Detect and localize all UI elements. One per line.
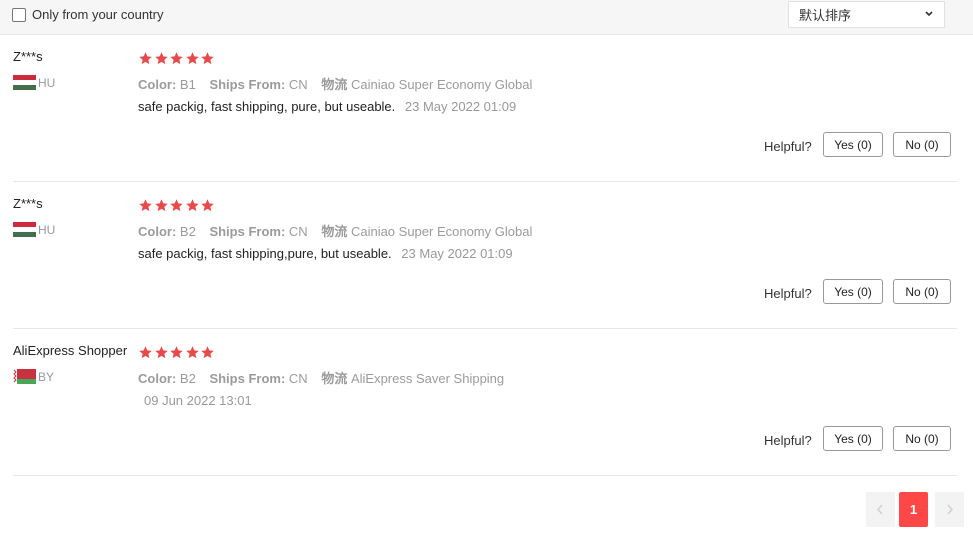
star-icon xyxy=(201,52,214,65)
country-code: HU xyxy=(38,75,56,90)
chevron-left-icon xyxy=(876,504,883,515)
review-country: BY xyxy=(13,369,54,384)
star-icon xyxy=(185,52,199,65)
review-attributes: Color: B1 Ships From: CN 物流 Cainiao Supe… xyxy=(138,74,542,93)
helpful-yes-button[interactable]: Yes (0) xyxy=(823,132,883,157)
hungary-flag-icon xyxy=(13,222,36,237)
helpful-yes-button[interactable]: Yes (0) xyxy=(823,426,883,451)
color-value: B1 xyxy=(179,77,196,92)
star-icon xyxy=(154,346,168,359)
star-icon xyxy=(185,346,199,359)
chevron-right-icon xyxy=(947,504,954,515)
country-filter-checkbox[interactable] xyxy=(12,7,26,22)
ships-from-value: CN xyxy=(288,77,308,92)
logistics-label: 物流 xyxy=(321,371,348,386)
ships-from-label: Ships From: xyxy=(209,371,286,386)
review-author: AliExpress Shopper xyxy=(13,343,128,358)
review-attributes: Color: B2 Ships From: CN 物流 Cainiao Supe… xyxy=(138,221,542,240)
divider xyxy=(13,328,957,329)
review-text: safe packig, fast shipping,pure, but use… xyxy=(138,246,392,261)
rating-stars xyxy=(138,198,216,213)
logistics-value: Cainiao Super Economy Global xyxy=(350,224,533,239)
belarus-flag-icon xyxy=(13,369,36,384)
chevron-down-icon xyxy=(925,11,933,17)
star-icon xyxy=(154,52,168,65)
color-value: B2 xyxy=(179,224,196,239)
ships-from-label: Ships From: xyxy=(209,224,286,239)
country-code: HU xyxy=(38,222,56,237)
review-date: 09 Jun 2022 13:01 xyxy=(144,393,252,408)
review-country: HU xyxy=(13,75,55,90)
logistics-value: AliExpress Saver Shipping xyxy=(350,371,505,386)
review-author: Z***s xyxy=(13,49,43,64)
country-filter[interactable]: Only from your country xyxy=(12,7,164,22)
sort-dropdown[interactable]: 默认排序 xyxy=(788,1,945,28)
review-content: 09 Jun 2022 13:01 xyxy=(138,393,252,408)
logistics-label: 物流 xyxy=(321,224,348,239)
review-content: safe packig, fast shipping,pure, but use… xyxy=(138,246,513,261)
country-code: BY xyxy=(38,369,55,384)
rating-stars xyxy=(138,345,216,360)
star-icon xyxy=(154,199,168,212)
pagination-next-button[interactable] xyxy=(935,492,964,527)
review-text: safe packig, fast shipping, pure, but us… xyxy=(138,99,396,114)
review-date: 23 May 2022 01:09 xyxy=(401,246,513,261)
review-attributes: Color: B2 Ships From: CN 物流 AliExpress S… xyxy=(138,368,514,387)
color-label: Color: xyxy=(138,224,177,239)
hungary-flag-icon xyxy=(13,75,36,90)
helpful-no-button[interactable]: No (0) xyxy=(893,279,951,304)
ships-from-value: CN xyxy=(288,224,308,239)
sort-dropdown-value: 默认排序 xyxy=(799,8,852,23)
star-icon xyxy=(139,52,152,65)
helpful-label: Helpful? xyxy=(764,286,812,301)
country-filter-label: Only from your country xyxy=(32,7,164,22)
star-icon xyxy=(139,199,152,212)
pagination-current-page[interactable]: 1 xyxy=(899,492,928,527)
review-content: safe packig, fast shipping, pure, but us… xyxy=(138,99,516,114)
star-icon xyxy=(170,52,183,65)
star-icon xyxy=(170,199,183,212)
helpful-no-button[interactable]: No (0) xyxy=(893,426,951,451)
color-value: B2 xyxy=(179,371,196,386)
star-icon xyxy=(201,346,214,359)
helpful-label: Helpful? xyxy=(764,139,812,154)
star-icon xyxy=(170,346,183,359)
filter-bar: Only from your country 默认排序 xyxy=(0,0,973,35)
logistics-value: Cainiao Super Economy Global xyxy=(350,77,533,92)
review-date: 23 May 2022 01:09 xyxy=(404,99,517,114)
divider xyxy=(13,475,957,476)
ships-from-value: CN xyxy=(288,371,308,386)
star-icon xyxy=(139,346,152,359)
helpful-no-button[interactable]: No (0) xyxy=(893,132,951,157)
rating-stars xyxy=(138,51,216,66)
review-country: HU xyxy=(13,222,55,237)
helpful-yes-button[interactable]: Yes (0) xyxy=(823,279,883,304)
star-icon xyxy=(185,199,199,212)
logistics-label: 物流 xyxy=(321,77,348,92)
star-icon xyxy=(201,199,214,212)
divider xyxy=(13,181,957,182)
helpful-label: Helpful? xyxy=(764,433,812,448)
color-label: Color: xyxy=(138,77,177,92)
pagination-prev-button[interactable] xyxy=(866,492,895,527)
review-author: Z***s xyxy=(13,196,43,211)
color-label: Color: xyxy=(138,371,177,386)
ships-from-label: Ships From: xyxy=(209,77,286,92)
